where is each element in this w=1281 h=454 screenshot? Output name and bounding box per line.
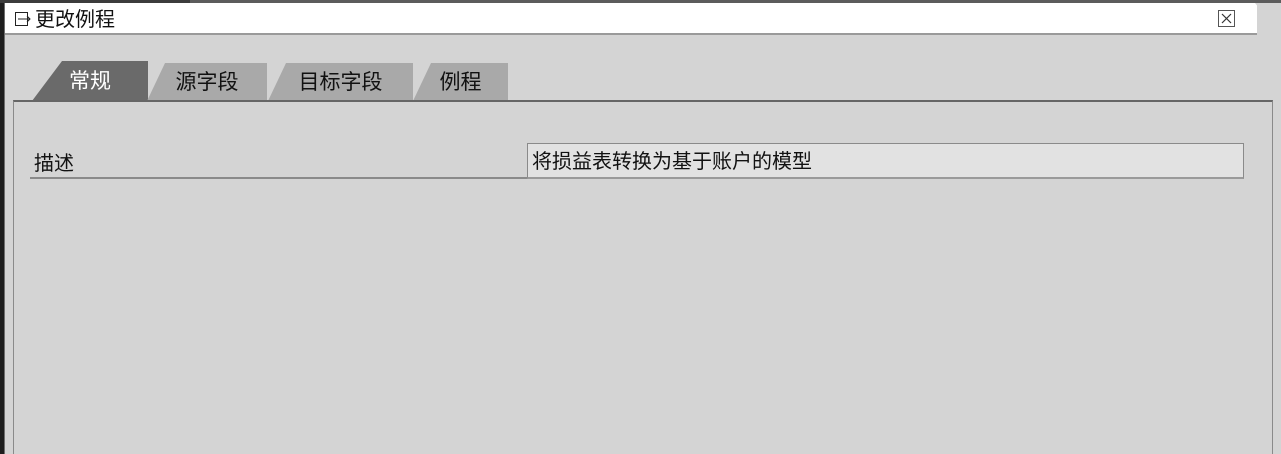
tab-strip: 常规 源字段 目标字段 例程 — [5, 61, 1281, 101]
description-row: 描述 将损益表转换为基于账户的模型 — [30, 143, 1244, 179]
tab-target-fields[interactable]: 目标字段 — [268, 63, 413, 101]
tab-content-panel: 描述 将损益表转换为基于账户的模型 — [13, 100, 1273, 454]
description-label: 描述 — [34, 151, 74, 175]
title-bar-corner — [1255, 3, 1281, 35]
tab-routine[interactable]: 例程 — [413, 63, 508, 101]
window-title: 更改例程 — [35, 7, 115, 31]
dialog-window: 更改例程 常规 源字段 目标字段 例程 描述 将损益表转换为基于账户的模型 — [4, 3, 1281, 454]
title-bar: 更改例程 — [5, 3, 1257, 35]
close-icon — [1221, 13, 1232, 24]
tab-general[interactable]: 常规 — [32, 61, 148, 101]
close-button[interactable] — [1218, 10, 1235, 27]
edit-window-icon — [15, 12, 31, 26]
description-field[interactable]: 将损益表转换为基于账户的模型 — [527, 143, 1244, 179]
description-label-underline — [30, 177, 527, 179]
tab-source-fields[interactable]: 源字段 — [147, 63, 267, 101]
